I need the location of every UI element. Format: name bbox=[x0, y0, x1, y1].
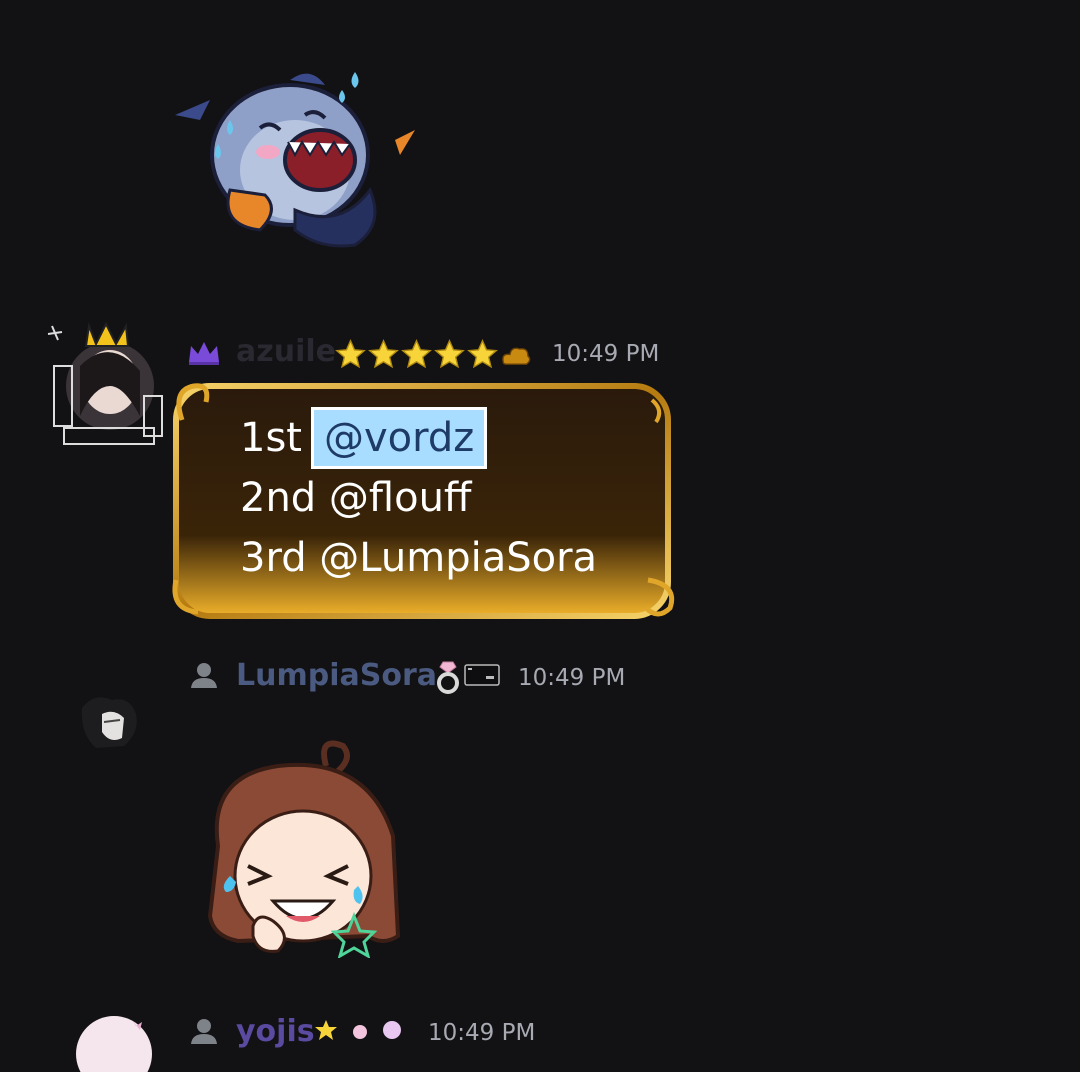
star-icon bbox=[467, 338, 498, 368]
username[interactable]: azuile bbox=[236, 334, 336, 369]
message-timestamp: 10:49 PM bbox=[518, 665, 626, 691]
message-line: 1st @vordz bbox=[240, 407, 660, 469]
gold-cloud-icon bbox=[502, 347, 531, 365]
ring-icon bbox=[437, 661, 459, 694]
person-icon bbox=[191, 1019, 217, 1044]
message-timestamp: 10:49 PM bbox=[428, 1020, 536, 1046]
avatar[interactable] bbox=[44, 316, 170, 450]
star-icon bbox=[434, 338, 465, 368]
tag-icon bbox=[464, 664, 500, 686]
message-timestamp: 10:49 PM bbox=[552, 341, 660, 367]
laughing-crying-girl-sticker bbox=[207, 740, 401, 958]
username[interactable]: yojis bbox=[236, 1014, 315, 1049]
username[interactable]: LumpiaSora bbox=[236, 658, 437, 693]
message-content: 1st @vordz 2nd @flouff 3rd @LumpiaSora bbox=[240, 407, 660, 588]
person-icon bbox=[191, 663, 217, 688]
message-line: 2nd @flouff bbox=[240, 475, 472, 521]
star-icon bbox=[335, 338, 366, 368]
message-line: 3rd @LumpiaSora bbox=[240, 535, 598, 581]
profile-badges bbox=[334, 336, 532, 372]
purple-crown-icon bbox=[189, 342, 219, 365]
avatar[interactable] bbox=[74, 688, 154, 754]
rank-label: 1st bbox=[240, 415, 302, 461]
laughing-shark-sticker bbox=[175, 72, 415, 248]
star-icon bbox=[401, 338, 432, 368]
avatar[interactable] bbox=[62, 1012, 154, 1072]
user-mention[interactable]: @vordz bbox=[310, 407, 488, 469]
star-icon bbox=[368, 338, 399, 368]
profile-badges bbox=[315, 1020, 401, 1040]
